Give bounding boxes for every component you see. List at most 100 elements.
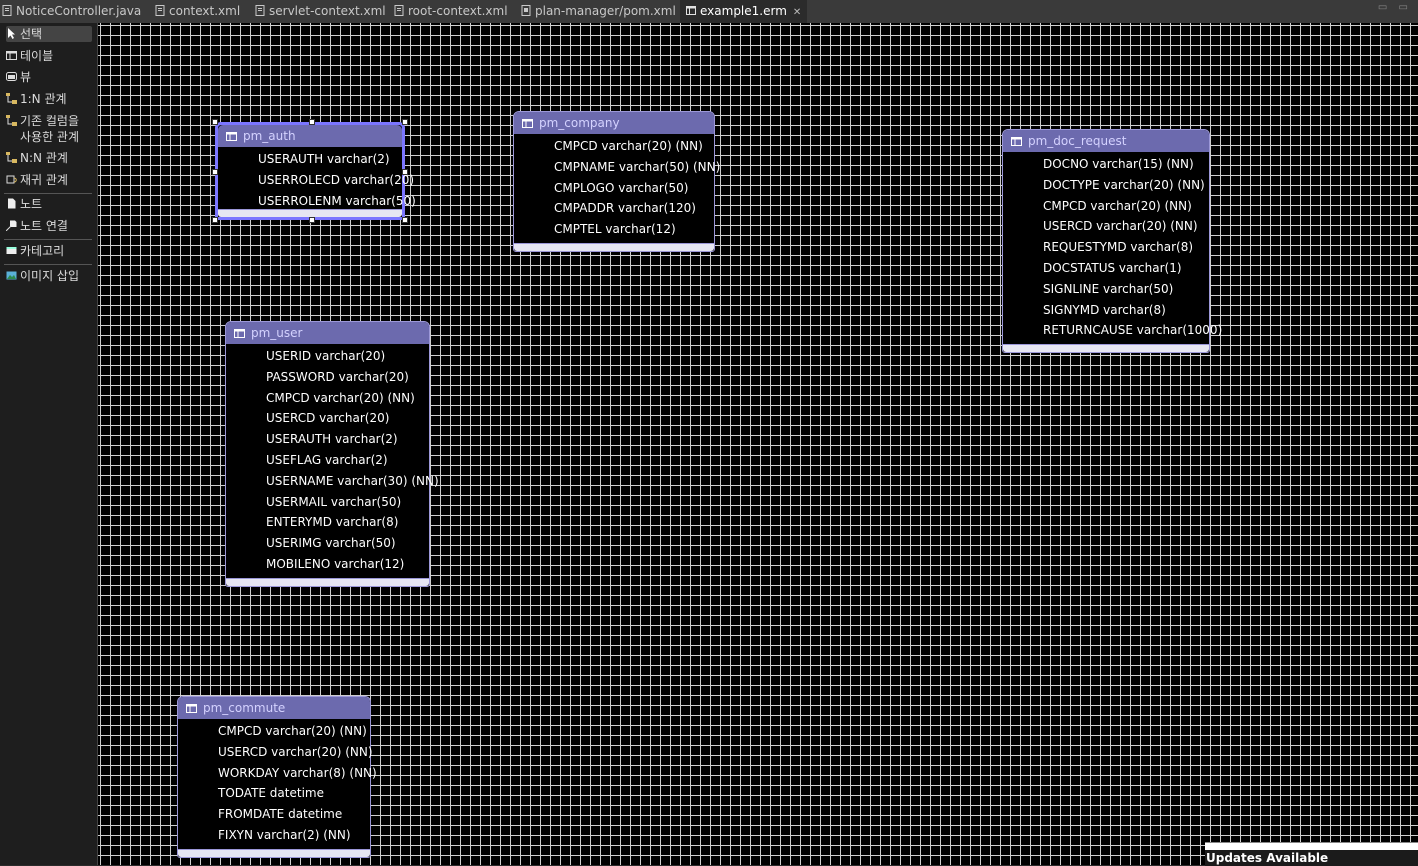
- table-column[interactable]: DOCTYPE varchar(20) (NN): [1003, 175, 1209, 196]
- palette-item-many-to-many[interactable]: N:N 관계: [6, 150, 92, 166]
- resize-handle[interactable]: [212, 169, 218, 175]
- palette-item-view[interactable]: 뷰: [6, 69, 92, 85]
- table-header[interactable]: pm_company: [514, 112, 714, 134]
- table-column[interactable]: USERNAME varchar(30) (NN): [226, 471, 439, 492]
- table-icon: [226, 132, 237, 141]
- insert-image-icon: [6, 271, 17, 280]
- table-column[interactable]: MOBILENO varchar(12): [226, 554, 429, 575]
- palette-panel: 선택 테이블 뷰 1:N 관계 기존 컬럼을 사용한 관계 N:N 관계 재귀 …: [0, 23, 98, 865]
- table-column[interactable]: CMPCD varchar(20) (NN): [514, 136, 714, 157]
- editor-tab-bar: NoticeController.java context.xml servle…: [0, 0, 1418, 24]
- table-column[interactable]: FROMDATE datetime: [178, 804, 370, 825]
- table-column[interactable]: RETURNCAUSE varchar(1000): [1003, 320, 1222, 341]
- table-column[interactable]: USEFLAG varchar(2): [226, 450, 429, 471]
- table-pm-commute[interactable]: pm_commute CMPCD varchar(20) (NN) USERCD…: [177, 696, 377, 858]
- resize-handle[interactable]: [309, 217, 315, 223]
- table-column[interactable]: USERAUTH varchar(2): [218, 149, 402, 170]
- recursive-relation-icon: [6, 175, 17, 184]
- palette-item-existing-column-relation[interactable]: 기존 컬럼을 사용한 관계: [6, 113, 92, 145]
- resize-handle[interactable]: [309, 119, 315, 125]
- resize-handle[interactable]: [402, 119, 408, 125]
- table-column[interactable]: REQUESTYMD varchar(8): [1003, 237, 1209, 258]
- palette-item-one-to-many[interactable]: 1:N 관계: [6, 91, 92, 107]
- palette-item-insert-image[interactable]: 이미지 삽입: [6, 268, 92, 284]
- resize-handle[interactable]: [402, 217, 408, 223]
- palette-item-label: 재귀 관계: [20, 173, 68, 187]
- table-footer: [218, 209, 402, 217]
- table-pm-user[interactable]: pm_user USERID varchar(20) PASSWORD varc…: [225, 321, 439, 587]
- table-column[interactable]: CMPCD varchar(20) (NN): [226, 388, 429, 409]
- table-column[interactable]: USERCD varchar(20): [226, 408, 429, 429]
- table-column[interactable]: ENTERYMD varchar(8): [226, 512, 429, 533]
- palette-item-note-connection[interactable]: 노트 연결: [6, 218, 92, 234]
- tab-context-xml[interactable]: context.xml: [155, 0, 240, 23]
- table-column[interactable]: DOCSTATUS varchar(1): [1003, 258, 1209, 279]
- tab-servlet-context-xml[interactable]: servlet-context.xml: [255, 0, 386, 23]
- palette-separator: [4, 264, 92, 265]
- table-column[interactable]: CMPLOGO varchar(50): [514, 178, 714, 199]
- erd-canvas[interactable]: pm_auth USERAUTH varchar(2) USERROLECD v…: [98, 23, 1418, 865]
- updates-notification[interactable]: Updates Available: [1205, 842, 1418, 866]
- pom-file-icon: [521, 5, 531, 16]
- close-icon[interactable]: ✕: [793, 7, 801, 18]
- one-to-many-relation-icon: [6, 93, 17, 104]
- palette-item-label: 뷰: [20, 70, 32, 84]
- tab-pom-xml[interactable]: plan-manager/pom.xml: [521, 0, 676, 23]
- table-column[interactable]: USERAUTH varchar(2): [226, 429, 429, 450]
- table-column[interactable]: SIGNLINE varchar(50): [1003, 279, 1209, 300]
- table-column[interactable]: CMPADDR varchar(120): [514, 198, 714, 219]
- table-column[interactable]: WORKDAY varchar(8) (NN): [178, 763, 377, 784]
- table-header[interactable]: pm_user: [226, 322, 429, 344]
- tab-notice-controller[interactable]: NoticeController.java: [2, 0, 141, 23]
- table-column[interactable]: USERCD varchar(20) (NN): [1003, 216, 1209, 237]
- table-pm-auth[interactable]: pm_auth USERAUTH varchar(2) USERROLECD v…: [212, 119, 416, 223]
- table-name: pm_company: [539, 116, 620, 130]
- xml-file-icon: [394, 5, 404, 16]
- palette-item-recursive[interactable]: 재귀 관계: [6, 172, 92, 188]
- tab-label: NoticeController.java: [16, 4, 142, 18]
- tab-example1-erm[interactable]: example1.erm ✕: [680, 0, 808, 23]
- palette-item-label: 테이블: [20, 49, 54, 63]
- table-footer: [1003, 344, 1209, 352]
- table-column[interactable]: TODATE datetime: [178, 783, 370, 804]
- table-header[interactable]: pm_commute: [178, 697, 370, 719]
- palette-item-label: 선택: [20, 27, 43, 41]
- table-column[interactable]: USERID varchar(20): [226, 346, 429, 367]
- table-column[interactable]: CMPNAME varchar(50) (NN): [514, 157, 720, 178]
- table-pm-doc-request[interactable]: pm_doc_request DOCNO varchar(15) (NN) DO…: [1002, 129, 1222, 353]
- palette-item-table[interactable]: 테이블: [6, 48, 92, 64]
- table-column[interactable]: USERCD varchar(20) (NN): [178, 742, 373, 763]
- minimize-maximize-icons[interactable]: ▭ ▭: [1378, 2, 1412, 13]
- table-pm-company[interactable]: pm_company CMPCD varchar(20) (NN) CMPNAM…: [513, 111, 720, 252]
- resize-handle[interactable]: [212, 217, 218, 223]
- table-column[interactable]: USERIMG varchar(50): [226, 533, 429, 554]
- table-header[interactable]: pm_auth: [218, 125, 402, 147]
- note-icon: [8, 198, 16, 209]
- table-column[interactable]: USERROLECD varchar(20): [218, 170, 414, 191]
- table-column[interactable]: USERMAIL varchar(50): [226, 492, 429, 513]
- table-column[interactable]: CMPTEL varchar(12): [514, 219, 714, 240]
- resize-handle[interactable]: [402, 169, 408, 175]
- tab-root-context-xml[interactable]: root-context.xml: [394, 0, 508, 23]
- table-column[interactable]: CMPCD varchar(20) (NN): [1003, 196, 1209, 217]
- palette-item-label: 기존 컬럼을 사용한 관계: [20, 114, 80, 144]
- table-column[interactable]: SIGNYMD varchar(8): [1003, 300, 1209, 321]
- palette-item-label: 1:N 관계: [20, 92, 67, 106]
- palette-item-label: 이미지 삽입: [20, 269, 80, 283]
- resize-handle[interactable]: [212, 119, 218, 125]
- table-footer: [226, 578, 429, 586]
- table-icon: [522, 119, 533, 128]
- palette-item-select[interactable]: 선택: [6, 26, 92, 42]
- tab-label: example1.erm: [700, 4, 787, 18]
- table-icon: [6, 51, 17, 60]
- palette-item-category[interactable]: 카테고리: [6, 243, 92, 259]
- many-to-many-relation-icon: [6, 152, 17, 163]
- table-column[interactable]: DOCNO varchar(15) (NN): [1003, 154, 1209, 175]
- table-header[interactable]: pm_doc_request: [1003, 130, 1209, 152]
- erm-file-icon: [686, 6, 696, 15]
- palette-separator: [4, 239, 92, 240]
- table-column[interactable]: FIXYN varchar(2) (NN): [178, 825, 370, 846]
- table-column[interactable]: CMPCD varchar(20) (NN): [178, 721, 370, 742]
- table-column[interactable]: PASSWORD varchar(20): [226, 367, 429, 388]
- palette-item-note[interactable]: 노트: [6, 196, 92, 212]
